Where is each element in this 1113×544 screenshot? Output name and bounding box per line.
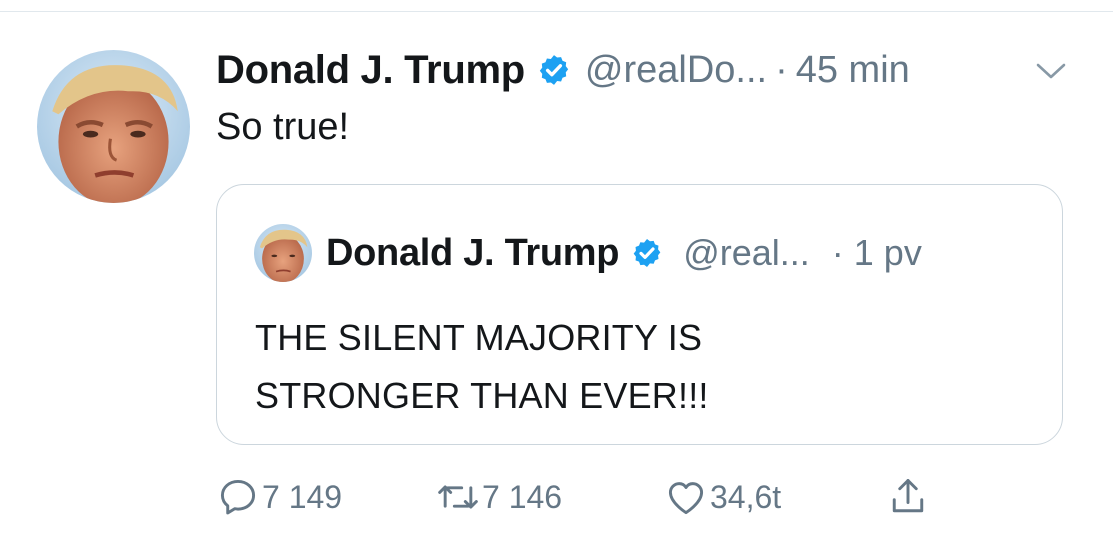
tweet-timestamp[interactable]: 45 min — [796, 49, 910, 92]
author-avatar[interactable] — [37, 50, 190, 203]
quoted-tweet-timestamp[interactable]: · 1 pv — [832, 232, 922, 274]
share-icon — [892, 479, 924, 513]
reply-count: 7 149 — [262, 478, 343, 515]
verified-badge-icon — [539, 55, 569, 85]
top-divider — [0, 11, 1113, 12]
quoted-tweet-header: Donald J. Trump @real... · 1 pv — [326, 227, 922, 279]
reply-button[interactable]: 7 149 — [216, 472, 342, 522]
quoted-author-avatar[interactable] — [254, 224, 312, 282]
quoted-tweet-text: THE SILENT MAJORITY IS STRONGER THAN EVE… — [255, 309, 1015, 425]
author-name[interactable]: Donald J. Trump — [216, 48, 525, 93]
quoted-author-handle[interactable]: @real... — [683, 232, 810, 274]
share-button[interactable] — [886, 472, 930, 522]
quoted-tweet-line: THE SILENT MAJORITY IS — [255, 317, 703, 358]
profile-photo-icon — [254, 224, 312, 282]
verified-badge-icon — [633, 239, 661, 267]
like-count: 34,6t — [710, 478, 782, 515]
meta-separator: · — [775, 48, 788, 91]
chevron-down-icon[interactable] — [1033, 60, 1069, 82]
quoted-tweet-card[interactable]: Donald J. Trump @real... · 1 pv THE SILE… — [216, 184, 1063, 445]
tweet-header: Donald J. Trump @realDo... · 45 min — [216, 44, 910, 96]
author-handle[interactable]: @realDo... — [585, 49, 767, 92]
heart-icon — [668, 482, 704, 515]
profile-photo-icon — [37, 50, 190, 203]
like-button[interactable]: 34,6t — [664, 472, 781, 522]
quoted-tweet-line: STRONGER THAN EVER!!! — [255, 375, 709, 416]
retweet-icon — [438, 485, 478, 509]
tweet-text: So true! — [216, 106, 350, 148]
reply-icon — [220, 479, 256, 515]
retweet-button[interactable]: 7 146 — [436, 472, 562, 522]
tweet-actions: 7 149 7 146 34,6t — [0, 472, 1113, 522]
retweet-count: 7 146 — [482, 478, 563, 515]
quoted-author-name[interactable]: Donald J. Trump — [326, 232, 620, 275]
